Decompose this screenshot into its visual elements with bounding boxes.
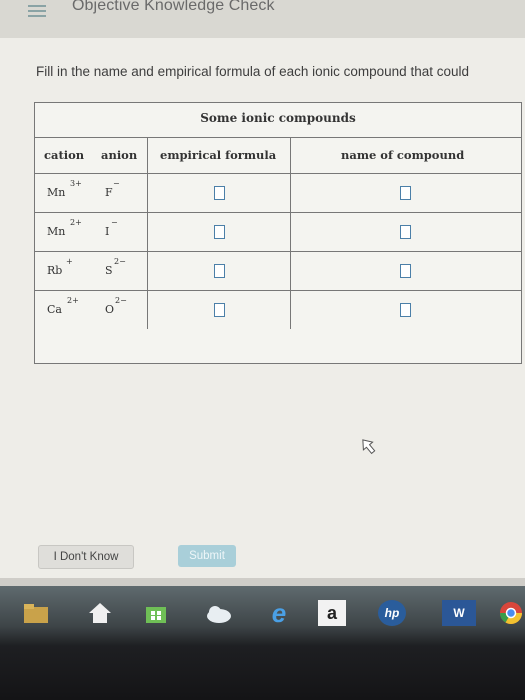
table-row: Rb + S 2− <box>35 252 521 291</box>
compound-name-input[interactable] <box>400 225 411 239</box>
table-row: Mn 3+ F − <box>35 174 521 213</box>
table-row: Ca 2+ O 2− <box>35 291 521 329</box>
empirical-formula-input[interactable] <box>214 225 225 239</box>
anion-charge: − <box>113 179 120 188</box>
hp-icon[interactable]: hp <box>378 600 406 626</box>
column-header-anion: anion <box>101 148 138 162</box>
anion-symbol: F <box>105 186 113 199</box>
ionic-compounds-table: Some ionic compounds cation anion empiri… <box>34 102 522 364</box>
store-icon[interactable] <box>142 600 170 626</box>
cation-cell: Rb + <box>47 257 73 277</box>
main-content: Fill in the name and empirical formula o… <box>0 38 525 578</box>
empirical-formula-input[interactable] <box>214 186 225 200</box>
column-header-name-of-compound: name of compound <box>290 137 521 173</box>
weather-icon[interactable] <box>205 600 233 626</box>
edge-browser-icon[interactable]: e <box>265 598 293 628</box>
anion-cell: I − <box>105 218 118 238</box>
anion-symbol: S <box>105 264 113 277</box>
anion-charge: 2− <box>114 257 126 266</box>
top-bar: Objective Knowledge Check <box>0 0 525 39</box>
menu-icon[interactable] <box>28 2 46 18</box>
table-row: Mn 2+ I − <box>35 213 521 252</box>
anion-symbol: I <box>105 225 110 238</box>
compound-name-input[interactable] <box>400 303 411 317</box>
mouse-pointer-icon <box>362 439 376 455</box>
cation-cell: Mn 2+ <box>47 218 82 238</box>
word-icon[interactable]: W <box>442 600 476 626</box>
footer-strip <box>0 578 525 586</box>
anion-cell: O 2− <box>105 296 127 316</box>
submit-button[interactable]: Submit <box>178 545 236 567</box>
empirical-formula-input[interactable] <box>214 303 225 317</box>
column-header-empirical-formula: empirical formula <box>147 137 290 173</box>
home-icon[interactable] <box>86 600 114 626</box>
empirical-formula-input[interactable] <box>214 264 225 278</box>
cation-symbol: Mn <box>47 186 66 199</box>
cation-charge: 3+ <box>70 179 82 188</box>
file-explorer-icon[interactable] <box>22 600 50 626</box>
anion-charge: 2− <box>115 296 127 305</box>
dont-know-button[interactable]: I Don't Know <box>38 545 134 569</box>
cation-charge: + <box>66 257 73 266</box>
table-title: Some ionic compounds <box>35 103 521 138</box>
taskbar: e a hp W <box>0 586 525 700</box>
column-header-cation: cation <box>44 148 85 162</box>
page-title: Objective Knowledge Check <box>72 0 275 14</box>
amazon-icon[interactable]: a <box>318 600 346 626</box>
cation-symbol: Mn <box>47 225 66 238</box>
anion-cell: F − <box>105 179 120 199</box>
cation-cell: Ca 2+ <box>47 296 79 316</box>
cation-symbol: Rb <box>47 264 63 277</box>
compound-name-input[interactable] <box>400 264 411 278</box>
compound-name-input[interactable] <box>400 186 411 200</box>
anion-charge: − <box>111 218 118 227</box>
cation-symbol: Ca <box>47 303 62 316</box>
question-instruction: Fill in the name and empirical formula o… <box>36 64 469 79</box>
cation-charge: 2+ <box>70 218 82 227</box>
cation-cell: Mn 3+ <box>47 179 82 199</box>
anion-cell: S 2− <box>105 257 126 277</box>
cation-charge: 2+ <box>67 296 79 305</box>
table-header-row: cation anion empirical formula name of c… <box>35 137 521 174</box>
anion-symbol: O <box>105 303 115 316</box>
chrome-icon[interactable] <box>497 600 525 626</box>
